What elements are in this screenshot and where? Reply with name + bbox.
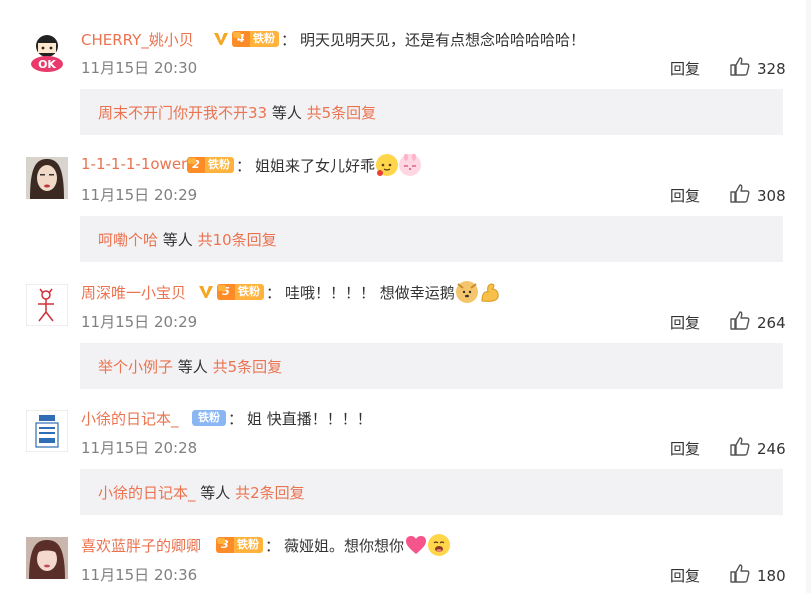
muscle-emoji-icon bbox=[479, 281, 501, 303]
sub-reply-summary[interactable]: 呵嘞个哈 等人 共10条回复 bbox=[80, 216, 783, 262]
heart-emoji-icon bbox=[405, 534, 427, 556]
sub-reply-text: 小徐的日记本_ 等人 共2条回复 bbox=[98, 482, 305, 503]
fan-label: 铁粉 bbox=[205, 157, 234, 173]
sub-reply-mid: 等人 bbox=[195, 484, 236, 502]
sub-reply-summary[interactable]: 举个小例子 等人 共5条回复 bbox=[80, 343, 783, 389]
comment-time: 11月15日 20:29 bbox=[81, 186, 198, 204]
fan-label: 铁粉 bbox=[234, 537, 263, 553]
like-button[interactable]: 328 bbox=[730, 57, 786, 80]
sub-reply-mid: 等人 bbox=[267, 104, 307, 122]
badge-area: 2 铁粉 ： 姐姐来了女儿好乖 bbox=[187, 154, 422, 176]
sub-reply-text: 呵嘞个哈 等人 共10条回复 bbox=[98, 229, 277, 250]
avatar[interactable] bbox=[26, 537, 68, 579]
fan-badge: 5 铁粉 bbox=[217, 284, 264, 300]
sub-reply-summary[interactable]: 周末不开门你开我不开33 等人 共5条回复 bbox=[80, 89, 783, 135]
svg-text:OK: OK bbox=[38, 58, 56, 71]
sub-reply-total-link[interactable]: 共5条回复 bbox=[213, 358, 283, 376]
badge-area: 铁粉 ： 姐 快直播！！！！ bbox=[192, 408, 372, 428]
reply-button[interactable]: 回复 bbox=[670, 312, 700, 333]
comment-text: 姐姐来了女儿好乖 bbox=[255, 156, 376, 175]
scrollbar-track[interactable] bbox=[806, 0, 811, 593]
comment-time: 11月15日 20:30 bbox=[81, 59, 198, 77]
like-count: 246 bbox=[757, 439, 786, 458]
fan-level: 2 bbox=[187, 157, 205, 173]
like-button[interactable]: 308 bbox=[730, 184, 786, 207]
comment-time: 11月15日 20:29 bbox=[81, 313, 198, 331]
thumbs-up-icon bbox=[730, 437, 750, 460]
blush-emoji-icon bbox=[376, 154, 399, 176]
username[interactable]: 喜欢蓝胖子的卿卿 bbox=[81, 535, 201, 556]
like-count: 308 bbox=[757, 186, 786, 205]
fan-badge: 4 铁粉 bbox=[232, 31, 279, 47]
sub-reply-username[interactable]: 呵嘞个哈 bbox=[98, 231, 158, 249]
dog-emoji-icon bbox=[455, 281, 478, 303]
fan-badge: 2 铁粉 bbox=[187, 157, 234, 173]
comment-text: 明天见明天见，还是有点想念哈哈哈哈哈！ bbox=[300, 30, 586, 49]
sub-reply-text: 举个小例子 等人 共5条回复 bbox=[98, 356, 282, 377]
thumbs-up-icon bbox=[730, 57, 750, 80]
comment-text: 姐 快直播！！！！ bbox=[247, 409, 372, 428]
like-count: 264 bbox=[757, 313, 786, 332]
username[interactable]: 周深唯一小宝贝 bbox=[81, 282, 186, 303]
avatar[interactable] bbox=[26, 157, 68, 199]
sub-reply-username[interactable]: 举个小例子 bbox=[98, 358, 173, 376]
thumbs-up-icon bbox=[730, 184, 750, 207]
badge-area: 4 铁粉 ： 明天见明天见，还是有点想念哈哈哈哈哈！ bbox=[213, 29, 585, 49]
sub-reply-mid: 等人 bbox=[173, 358, 213, 376]
sub-reply-total-link[interactable]: 共10条回复 bbox=[198, 231, 277, 249]
like-button[interactable]: 246 bbox=[730, 437, 786, 460]
badge-area: 3 铁粉 ： 薇娅姐。想你想你 bbox=[216, 534, 451, 556]
comment-text: 哇哦！！！！ 想做幸运鹅 bbox=[285, 283, 455, 302]
sub-reply-username[interactable]: 周末不开门你开我不开33 bbox=[98, 104, 267, 122]
fan-level: 4 bbox=[232, 31, 250, 47]
username[interactable]: 小徐的日记本_ bbox=[81, 408, 179, 429]
thumbs-up-icon bbox=[730, 564, 750, 587]
reply-button[interactable]: 回复 bbox=[670, 438, 700, 459]
fan-label: 铁粉 bbox=[250, 31, 279, 47]
fan-badge: 3 铁粉 bbox=[216, 537, 263, 553]
fan-level: 5 bbox=[217, 284, 235, 300]
colon: ： bbox=[228, 409, 244, 428]
colon: ： bbox=[281, 30, 297, 49]
sub-reply-total-link[interactable]: 共5条回复 bbox=[307, 104, 377, 122]
avatar[interactable]: OK bbox=[26, 31, 68, 73]
sub-reply-summary[interactable]: 小徐的日记本_ 等人 共2条回复 bbox=[80, 469, 783, 515]
avatar[interactable] bbox=[26, 410, 68, 452]
colon: ： bbox=[236, 156, 252, 175]
fan-label: 铁粉 bbox=[192, 410, 226, 426]
comment-time: 11月15日 20:28 bbox=[81, 439, 198, 457]
sub-reply-text: 周末不开门你开我不开33 等人 共5条回复 bbox=[98, 102, 376, 123]
sub-reply-username[interactable]: 小徐的日记本_ bbox=[98, 484, 196, 502]
sub-reply-total-link[interactable]: 共2条回复 bbox=[235, 484, 305, 502]
username[interactable]: CHERRY_姚小贝 bbox=[81, 29, 194, 50]
reply-button[interactable]: 回复 bbox=[670, 565, 700, 586]
reply-button[interactable]: 回复 bbox=[670, 185, 700, 206]
like-button[interactable]: 180 bbox=[730, 564, 786, 587]
vip-v-icon bbox=[213, 31, 229, 47]
badge-area: 5 铁粉 ： 哇哦！！！！ 想做幸运鹅 bbox=[198, 281, 501, 303]
thumbs-up-icon bbox=[730, 311, 750, 334]
reply-button[interactable]: 回复 bbox=[670, 58, 700, 79]
comment-time: 11月15日 20:36 bbox=[81, 566, 198, 584]
colon: ： bbox=[266, 283, 282, 302]
comment-text: 薇娅姐。想你想你 bbox=[284, 536, 405, 555]
like-button[interactable]: 264 bbox=[730, 311, 786, 334]
like-count: 180 bbox=[757, 566, 786, 585]
username[interactable]: 1-1-1-1-1ower bbox=[81, 155, 187, 173]
avatar[interactable] bbox=[26, 284, 68, 326]
like-count: 328 bbox=[757, 59, 786, 78]
smile-emoji-icon bbox=[428, 534, 451, 556]
fan-label: 铁粉 bbox=[235, 284, 264, 300]
bunny-emoji-icon bbox=[399, 154, 422, 176]
fan-level: 3 bbox=[216, 537, 234, 553]
fan-badge: 铁粉 bbox=[192, 410, 226, 426]
sub-reply-mid: 等人 bbox=[158, 231, 198, 249]
vip-v-icon bbox=[198, 284, 214, 300]
colon: ： bbox=[265, 536, 281, 555]
